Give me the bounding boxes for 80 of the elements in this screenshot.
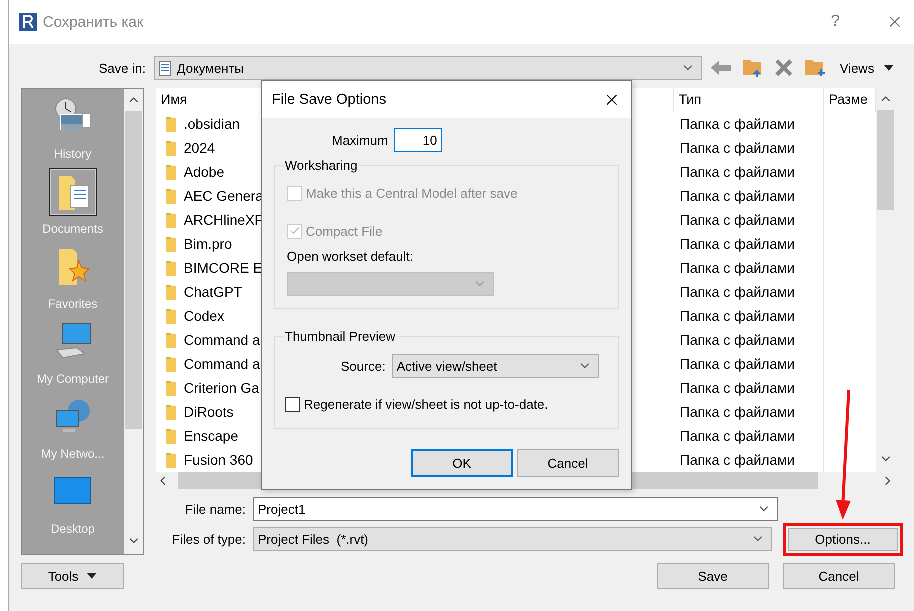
file-type-label: Files of type: [171, 532, 246, 546]
save-in-label: Save in: [98, 60, 146, 76]
maximum-field[interactable]: 10 [394, 128, 442, 152]
folder-up-icon[interactable] [742, 58, 764, 78]
checkbox-label: Make this a Central Model after save [306, 186, 518, 200]
file-type: Папка с файлами [674, 400, 824, 424]
file-name[interactable]: DiRoots [184, 404, 234, 420]
file-name-field[interactable]: Project1 [253, 497, 778, 521]
file-name[interactable]: .obsidian [184, 116, 240, 132]
file-name[interactable]: 2024 [184, 140, 216, 156]
cancel-button[interactable]: Cancel [517, 449, 619, 477]
help-button[interactable]: ? [831, 13, 840, 31]
checkbox[interactable] [285, 396, 300, 412]
source-dropdown[interactable]: Active view/sheet [392, 354, 599, 378]
folder-icon [166, 164, 176, 180]
checkbox-label: Regenerate if view/sheet is not up-to-date. [304, 396, 548, 412]
views-button[interactable]: Views [836, 60, 898, 76]
file-type: Папка с файлами [674, 280, 824, 304]
place-item[interactable] [49, 168, 97, 216]
file-type: Папка с файлами [674, 232, 824, 256]
file-name[interactable]: Enscape [184, 428, 238, 444]
folder-icon [166, 428, 176, 444]
file-type: Папка с файлами [674, 112, 824, 136]
folder-icon [166, 380, 176, 396]
group-title: Thumbnail Preview [284, 329, 397, 344]
source-label: Source: [341, 358, 386, 374]
file-name[interactable]: Fusion 360 [184, 452, 254, 468]
folder-icon [166, 452, 176, 468]
file-type: Папка с файлами [674, 160, 824, 184]
file-name[interactable]: ARCHlineXP [184, 212, 264, 228]
file-type: Папка с файлами [674, 184, 824, 208]
tools-button[interactable]: Tools [21, 563, 124, 589]
options-button[interactable]: Options... [788, 528, 898, 550]
delete-icon[interactable] [774, 58, 794, 78]
file-name[interactable]: Command a [184, 356, 260, 372]
document-icon [159, 60, 171, 76]
new-folder-icon[interactable] [804, 58, 826, 78]
file-name[interactable]: ChatGPT [184, 284, 242, 300]
window-title: Сохранить как [43, 14, 145, 30]
folder-icon [166, 188, 176, 204]
file-type: Папка с файлами [674, 376, 824, 400]
file-name[interactable]: Command a [184, 332, 260, 348]
column-header[interactable]: Тип [674, 88, 824, 112]
folder-icon [166, 308, 176, 324]
dropdown-triangle-icon [884, 65, 894, 71]
file-type: Папка с файлами [674, 424, 824, 448]
file-name[interactable]: Codex [184, 308, 224, 324]
cancel-button[interactable]: Cancel [783, 563, 895, 589]
file-name[interactable]: Adobe [184, 164, 224, 180]
folder-icon [166, 116, 176, 132]
file-name[interactable]: Criterion Ga [184, 380, 260, 396]
file-type: Папка с файлами [674, 208, 824, 232]
file-type: Папка с файлами [674, 328, 824, 352]
dialog-title: File Save Options [272, 92, 388, 108]
file-type: Папка с файлами [674, 256, 824, 280]
file-type: Папка с файлами [674, 352, 824, 376]
save-button[interactable]: Save [657, 563, 769, 589]
scroll-thumb[interactable] [877, 110, 894, 210]
file-name-label: File name: [184, 502, 246, 516]
folder-icon [166, 236, 176, 252]
workset-label: Open workset default: [287, 249, 414, 264]
file-type: Папка с файлами [674, 136, 824, 160]
folder-icon [166, 332, 176, 348]
folder-icon [166, 212, 176, 228]
file-type-dropdown[interactable]: Project Files (*.rvt) [253, 527, 772, 551]
maximum-label: Maximum [332, 132, 388, 148]
folder-icon [166, 260, 176, 276]
file-name[interactable]: Bim.pro [184, 236, 232, 252]
folder-icon [166, 404, 176, 420]
folder-icon [166, 356, 176, 372]
group-title: Worksharing [284, 158, 359, 173]
dropdown-triangle-icon [86, 573, 97, 579]
folder-icon [166, 140, 176, 156]
folder-icon [166, 284, 176, 300]
ok-button[interactable]: OK [411, 449, 513, 477]
save-in-dropdown[interactable]: Документы [154, 56, 702, 80]
file-type: Папка с файлами [674, 304, 824, 328]
scroll-thumb[interactable] [125, 111, 142, 429]
app-logo-icon [19, 13, 37, 31]
checkbox-label: Compact File [306, 224, 383, 238]
